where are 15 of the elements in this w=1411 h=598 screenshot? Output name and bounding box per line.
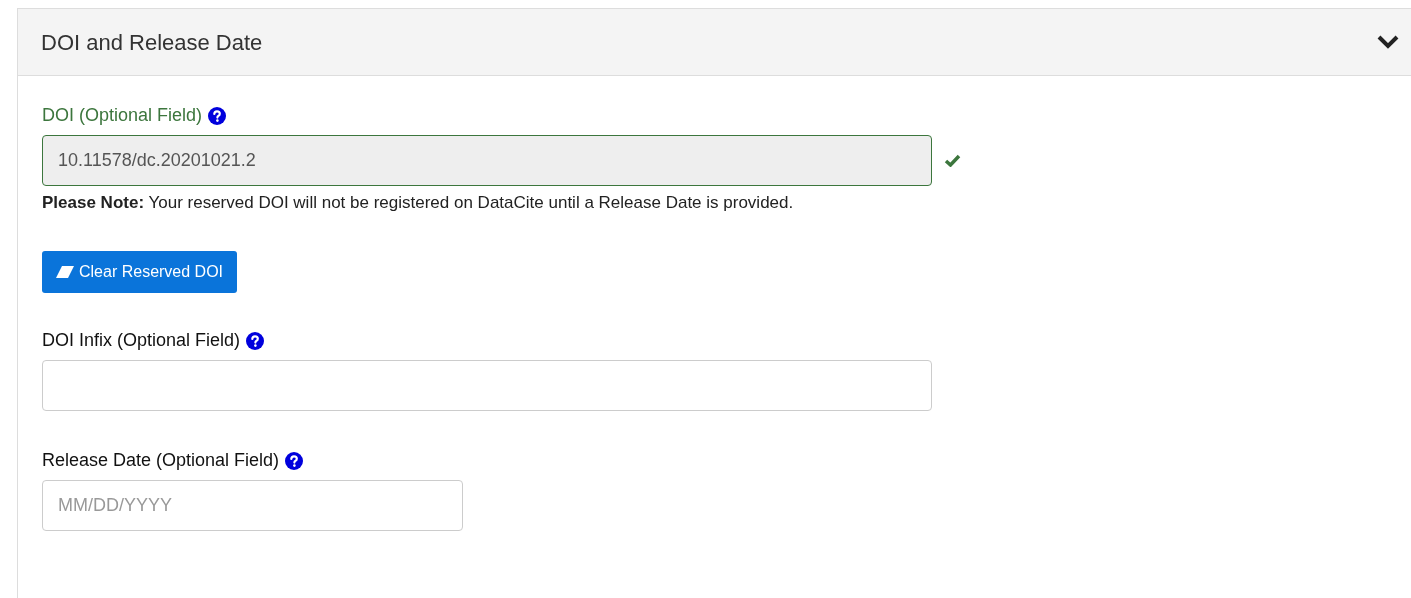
help-icon[interactable] (246, 331, 265, 350)
field-label: Release Date (Optional Field) (42, 449, 280, 472)
eraser-icon (56, 266, 74, 278)
doi-infix-field[interactable] (42, 360, 932, 411)
note-text: Please Note: Your reserved DOI will not be registered on DataCite until a Release Date is provided. (42, 192, 795, 214)
field-label: DOI (Optional Field) (42, 104, 203, 127)
help-icon[interactable] (208, 106, 227, 125)
panel-header[interactable]: DOI and Release Date (18, 9, 1411, 76)
release-date-field[interactable]: MM/DD/YYYY (42, 480, 463, 531)
help-icon[interactable] (285, 451, 304, 470)
chevron-icon (1377, 35, 1399, 49)
clear-reserved-doi-button[interactable]: Clear Reserved DOI (42, 251, 238, 293)
check-icon (944, 154, 961, 167)
panel-title: DOI and Release Date (41, 28, 263, 57)
field-label: DOI Infix (Optional Field) (42, 329, 241, 352)
